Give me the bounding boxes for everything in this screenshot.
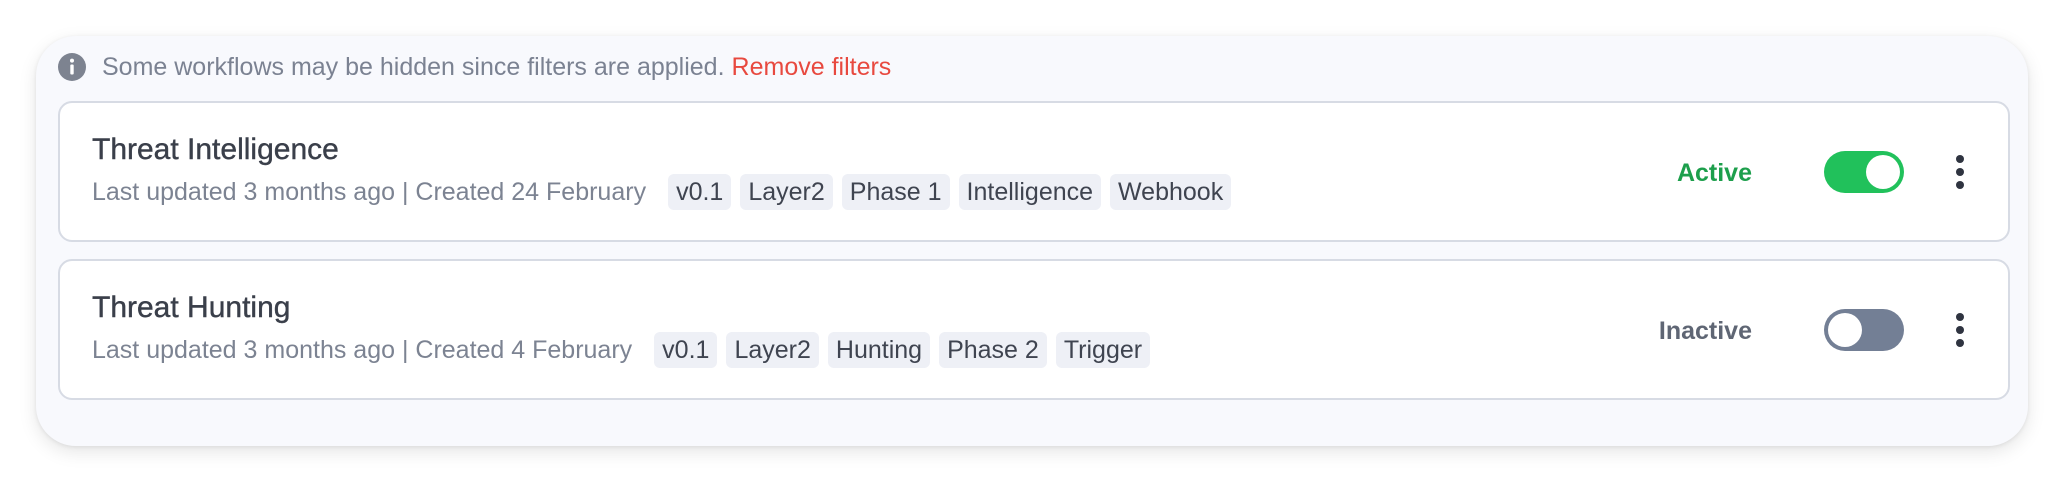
workflow-meta: Last updated 3 months ago | Created 24 F… bbox=[92, 177, 647, 206]
toggle-knob bbox=[1828, 313, 1862, 347]
tag: Phase 1 bbox=[841, 174, 950, 210]
filter-notice-text: Some workflows may be hidden since filte… bbox=[102, 52, 725, 81]
workflow-card-threat-intelligence[interactable]: Threat Intelligence Last updated 3 month… bbox=[58, 101, 2010, 242]
workflow-tags: v0.1 Layer2 Hunting Phase 2 Trigger bbox=[654, 332, 1159, 368]
tag: Phase 2 bbox=[939, 332, 1047, 368]
workflow-title[interactable]: Threat Intelligence bbox=[92, 133, 339, 167]
toggle-knob bbox=[1866, 155, 1900, 189]
tag: Webhook bbox=[1110, 174, 1232, 210]
workflows-panel: Some workflows may be hidden since filte… bbox=[36, 36, 2028, 446]
tag: Trigger bbox=[1055, 332, 1151, 368]
tag: Hunting bbox=[827, 332, 931, 368]
workflow-meta: Last updated 3 months ago | Created 4 Fe… bbox=[92, 335, 633, 364]
status-toggle[interactable] bbox=[1824, 309, 1904, 351]
workflow-meta-row: Last updated 3 months ago | Created 24 F… bbox=[92, 173, 1240, 211]
workflow-tags: v0.1 Layer2 Phase 1 Intelligence Webhook bbox=[668, 174, 1240, 210]
filter-notice: Some workflows may be hidden since filte… bbox=[58, 46, 891, 88]
status-label: Inactive bbox=[1658, 317, 1752, 345]
tag: Layer2 bbox=[740, 174, 833, 210]
remove-filters-link[interactable]: Remove filters bbox=[732, 53, 892, 82]
tag: Intelligence bbox=[958, 174, 1102, 210]
info-icon bbox=[58, 53, 86, 81]
tag: v0.1 bbox=[654, 332, 718, 368]
workflow-card-threat-hunting[interactable]: Threat Hunting Last updated 3 months ago… bbox=[58, 259, 2010, 400]
status-toggle[interactable] bbox=[1824, 151, 1904, 193]
status-label: Active bbox=[1676, 159, 1752, 187]
tag: v0.1 bbox=[668, 174, 732, 210]
workflow-meta-row: Last updated 3 months ago | Created 4 Fe… bbox=[92, 331, 1159, 369]
workflow-title[interactable]: Threat Hunting bbox=[92, 291, 291, 325]
more-options-icon[interactable] bbox=[1952, 155, 1968, 189]
more-options-icon[interactable] bbox=[1952, 313, 1968, 347]
tag: Layer2 bbox=[726, 332, 819, 368]
